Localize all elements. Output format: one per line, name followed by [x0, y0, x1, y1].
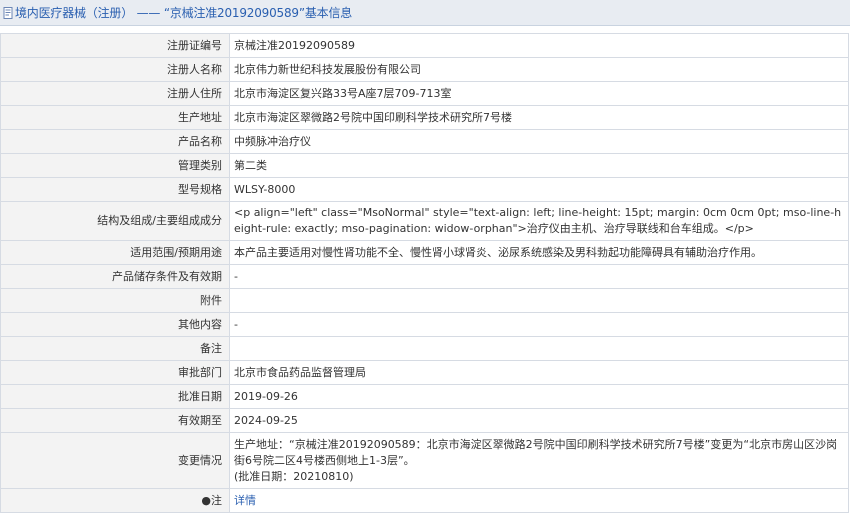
table-row: 注册证编号 京械注准20192090589: [0, 33, 849, 58]
table-row: 结构及组成/主要组成成分 <p align="left" class="MsoN…: [0, 201, 849, 241]
field-label: 产品名称: [0, 129, 230, 154]
table-row: 注册人名称 北京伟力新世纪科技发展股份有限公司: [0, 57, 849, 82]
field-label: 附件: [0, 288, 230, 313]
field-value: 生产地址：“京械注准20192090589：北京市海淀区翠微路2号院中国印刷科学…: [229, 432, 849, 489]
details-link[interactable]: 详情: [234, 494, 256, 507]
table-row: 审批部门 北京市食品药品监督管理局: [0, 360, 849, 385]
page-title: 境内医疗器械（注册） —— “京械注准20192090589”基本信息: [15, 6, 353, 20]
table-row: ●注 详情: [0, 488, 849, 513]
field-label: 型号规格: [0, 177, 230, 202]
table-row: 注册人住所 北京市海淀区复兴路33号A座7层709-713室: [0, 81, 849, 106]
field-label: ●注: [0, 488, 230, 513]
field-label: 变更情况: [0, 432, 230, 489]
field-label: 备注: [0, 336, 230, 361]
field-label: 产品储存条件及有效期: [0, 264, 230, 289]
field-value: [229, 288, 849, 313]
field-label: 结构及组成/主要组成成分: [0, 201, 230, 241]
table-row: 变更情况 生产地址：“京械注准20192090589：北京市海淀区翠微路2号院中…: [0, 432, 849, 489]
field-label: 注册人住所: [0, 81, 230, 106]
field-value: <p align="left" class="MsoNormal" style=…: [229, 201, 849, 241]
field-label: 批准日期: [0, 384, 230, 409]
field-value: 京械注准20192090589: [229, 33, 849, 58]
table-row: 有效期至 2024-09-25: [0, 408, 849, 433]
table-row: 批准日期 2019-09-26: [0, 384, 849, 409]
field-label: 其他内容: [0, 312, 230, 337]
document-icon: [2, 6, 14, 20]
table-row: 型号规格 WLSY-8000: [0, 177, 849, 202]
field-label: 管理类别: [0, 153, 230, 178]
field-value: 北京市海淀区翠微路2号院中国印刷科学技术研究所7号楼: [229, 105, 849, 130]
info-table-container: 注册证编号 京械注准20192090589 注册人名称 北京伟力新世纪科技发展股…: [0, 33, 850, 513]
field-label: 注册人名称: [0, 57, 230, 82]
field-label: 审批部门: [0, 360, 230, 385]
field-value: [229, 336, 849, 361]
table-row: 附件: [0, 288, 849, 313]
field-value: 中频脉冲治疗仪: [229, 129, 849, 154]
field-label: 注册证编号: [0, 33, 230, 58]
table-row: 适用范围/预期用途 本产品主要适用对慢性肾功能不全、慢性肾小球肾炎、泌尿系统感染…: [0, 240, 849, 265]
page-header: 境内医疗器械（注册） —— “京械注准20192090589”基本信息: [0, 0, 850, 26]
field-label: 有效期至: [0, 408, 230, 433]
field-value: 2024-09-25: [229, 408, 849, 433]
field-value: 本产品主要适用对慢性肾功能不全、慢性肾小球肾炎、泌尿系统感染及男科勃起功能障碍具…: [229, 240, 849, 265]
field-value: -: [229, 264, 849, 289]
table-row: 管理类别 第二类: [0, 153, 849, 178]
table-row: 产品储存条件及有效期 -: [0, 264, 849, 289]
field-value: 2019-09-26: [229, 384, 849, 409]
field-value: 北京伟力新世纪科技发展股份有限公司: [229, 57, 849, 82]
field-value: 北京市食品药品监督管理局: [229, 360, 849, 385]
field-value: 详情: [229, 488, 849, 513]
field-label: 生产地址: [0, 105, 230, 130]
change-description: 生产地址：“京械注准20192090589：北京市海淀区翠微路2号院中国印刷科学…: [234, 437, 838, 467]
info-table: 注册证编号 京械注准20192090589 注册人名称 北京伟力新世纪科技发展股…: [0, 33, 849, 513]
table-row: 产品名称 中频脉冲治疗仪: [0, 129, 849, 154]
field-value: WLSY-8000: [229, 177, 849, 202]
change-approval-date: (批准日期：20210810): [234, 469, 354, 483]
field-value: 北京市海淀区复兴路33号A座7层709-713室: [229, 81, 849, 106]
field-value: 第二类: [229, 153, 849, 178]
field-label: 适用范围/预期用途: [0, 240, 230, 265]
table-row: 其他内容 -: [0, 312, 849, 337]
field-value: -: [229, 312, 849, 337]
table-row: 备注: [0, 336, 849, 361]
table-row: 生产地址 北京市海淀区翠微路2号院中国印刷科学技术研究所7号楼: [0, 105, 849, 130]
